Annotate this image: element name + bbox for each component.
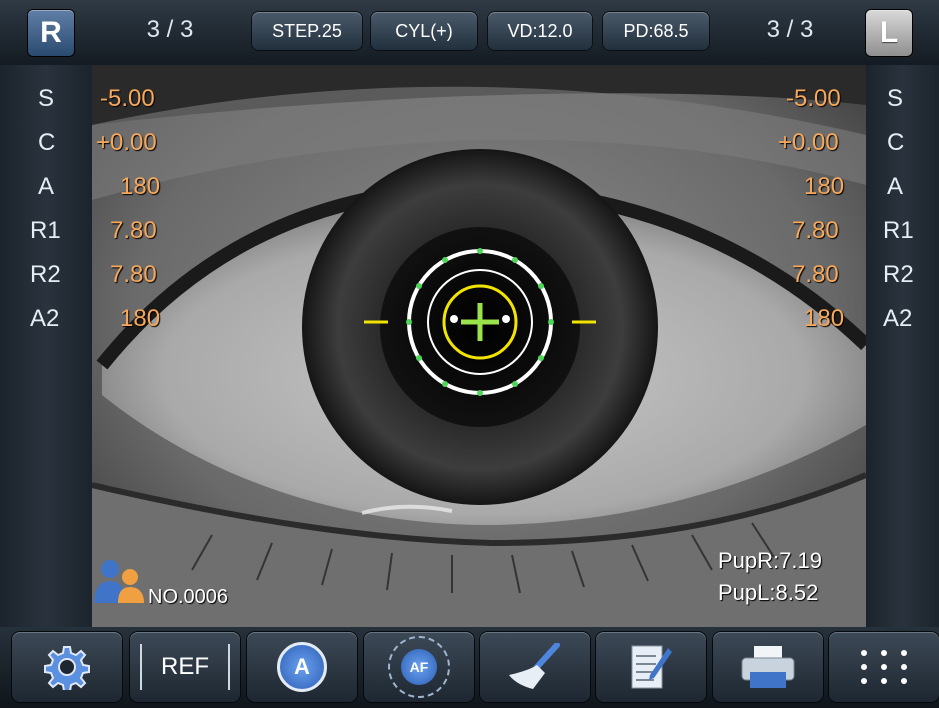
- refraction-mode-button[interactable]: REF: [130, 632, 240, 702]
- left-r2-value: 7.80: [792, 261, 839, 288]
- bottom-toolbar: REF A AF: [0, 627, 939, 708]
- broom-icon: [509, 643, 560, 689]
- left-r1-value: 7.80: [792, 217, 839, 244]
- eye-image: [92, 65, 866, 627]
- eye-camera-view[interactable]: -5.00 +0.00 180 7.80 7.80 180 -5.00 +0.0…: [92, 65, 866, 627]
- settings-button[interactable]: [12, 632, 122, 702]
- autofocus-icon: AF: [388, 636, 450, 698]
- notepad-icon: [631, 645, 672, 689]
- auto-mode-button[interactable]: A: [247, 632, 357, 702]
- patient-number: NO.0006: [148, 586, 229, 608]
- right-a2-value: 180: [120, 305, 161, 332]
- print-button[interactable]: [713, 632, 823, 702]
- right-cylinder-label: C: [38, 129, 56, 156]
- left-r2-label: R2: [883, 261, 914, 288]
- right-axis-value: 180: [120, 173, 161, 200]
- left-r1-label: R1: [883, 217, 914, 244]
- right-cylinder-value: +0.00: [96, 129, 157, 156]
- right-r1-value: 7.80: [110, 217, 157, 244]
- clear-button[interactable]: [480, 632, 590, 702]
- right-eye-button[interactable]: R: [28, 10, 74, 56]
- left-axis-value: 180: [804, 173, 845, 200]
- left-axis-label: A: [887, 173, 904, 200]
- menu-grid-icon: [861, 650, 907, 684]
- left-cylinder-value: +0.00: [778, 129, 839, 156]
- right-sphere-label: S: [38, 85, 55, 112]
- top-bar: R 3 / 3 STEP.25 CYL(+) VD:12.0 PD:68.5 3…: [0, 0, 939, 65]
- printer-icon: [741, 646, 795, 688]
- ref-label: REF: [161, 653, 209, 680]
- right-sphere-value: -5.00: [100, 85, 155, 112]
- auto-mode-label: A: [294, 654, 310, 679]
- right-measurement-count: 3 / 3: [146, 16, 194, 43]
- ref-icon: REF: [140, 644, 230, 690]
- left-measurement-count: 3 / 3: [766, 16, 814, 43]
- right-a2-label: A2: [30, 305, 60, 332]
- menu-button[interactable]: [829, 632, 939, 702]
- cylinder-mode-button[interactable]: CYL(+): [371, 12, 477, 50]
- gear-icon: [44, 646, 90, 690]
- left-eye-button[interactable]: L: [866, 10, 912, 56]
- pupil-distance-button[interactable]: PD:68.5: [603, 12, 709, 50]
- autofocus-button[interactable]: AF: [364, 632, 474, 702]
- left-pupil-size: PupL:8.52: [718, 580, 819, 605]
- left-cylinder-label: C: [887, 129, 905, 156]
- left-a2-value: 180: [804, 305, 845, 332]
- right-r2-label: R2: [30, 261, 61, 288]
- auto-mode-icon: A: [277, 642, 327, 692]
- notes-button[interactable]: [596, 632, 706, 702]
- right-axis-label: A: [38, 173, 55, 200]
- right-pupil-size: PupR:7.19: [718, 548, 822, 573]
- right-r1-label: R1: [30, 217, 61, 244]
- left-a2-label: A2: [883, 305, 913, 332]
- left-sphere-value: -5.00: [786, 85, 841, 112]
- right-r2-value: 7.80: [110, 261, 157, 288]
- vertex-distance-button[interactable]: VD:12.0: [488, 12, 592, 50]
- step-button[interactable]: STEP.25: [252, 12, 362, 50]
- autofocus-label: AF: [409, 659, 429, 675]
- patients-icon[interactable]: [92, 557, 148, 605]
- left-sphere-label: S: [887, 85, 904, 112]
